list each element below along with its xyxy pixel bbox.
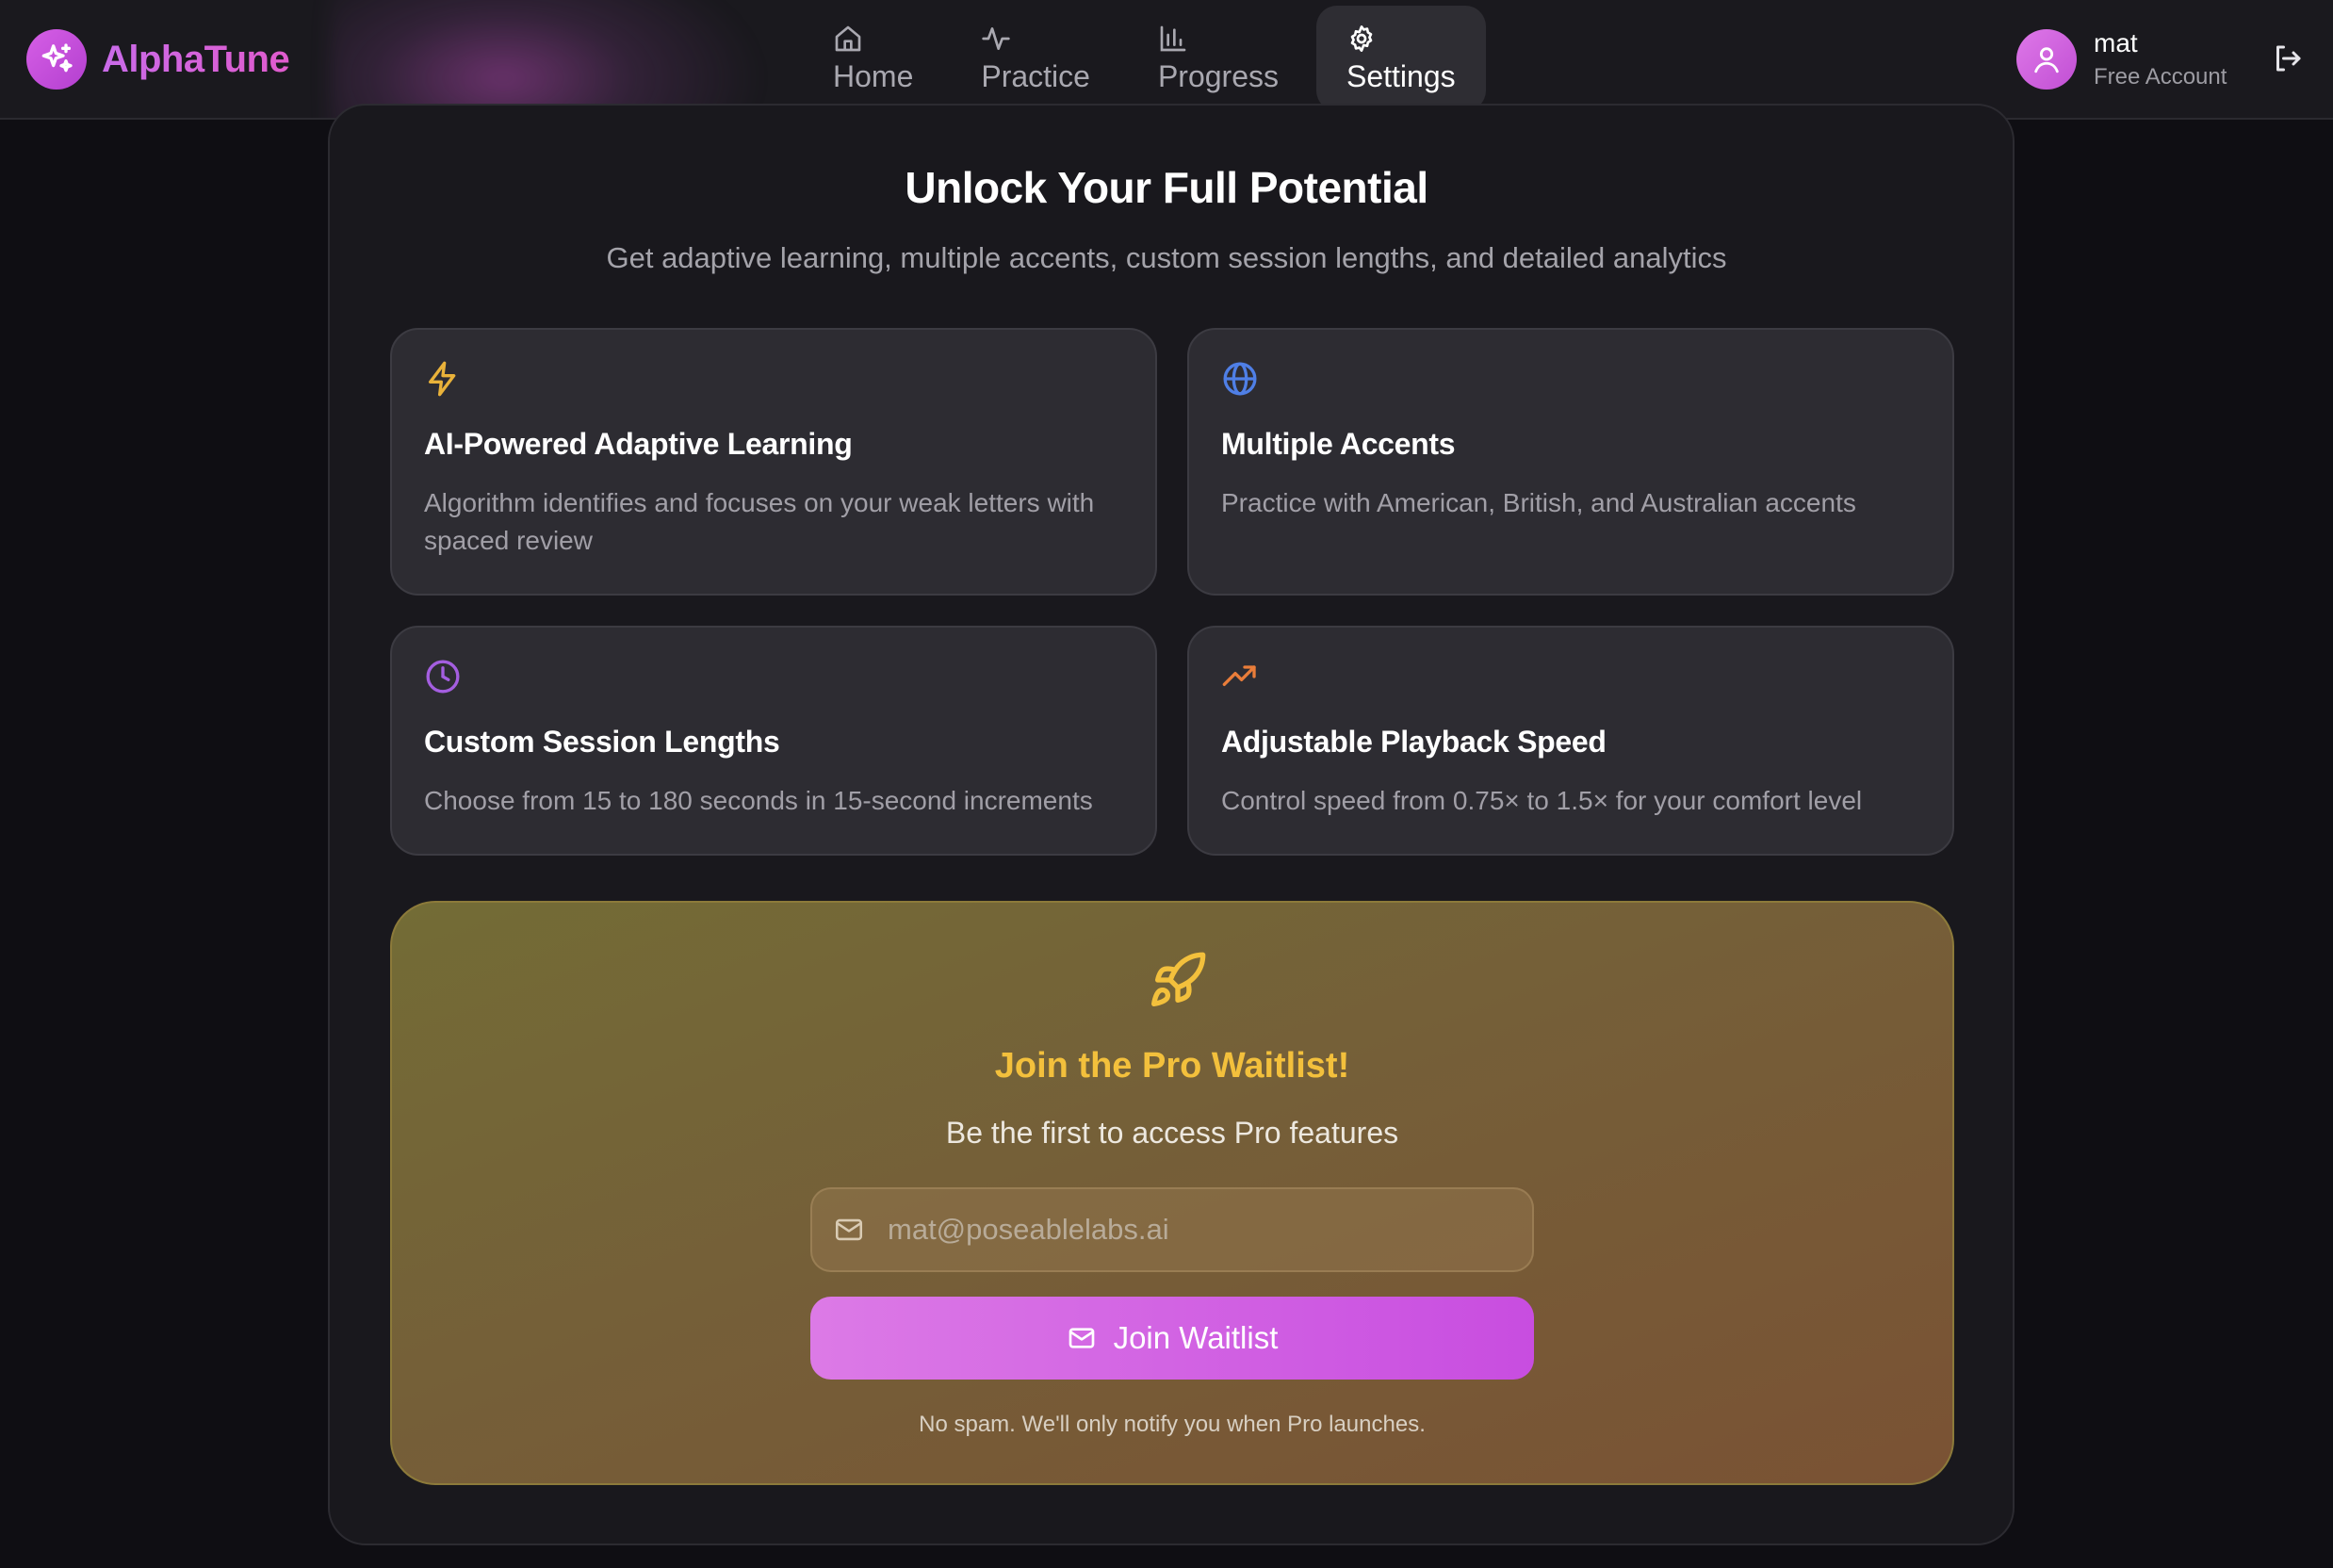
join-waitlist-button[interactable]: Join Waitlist — [810, 1297, 1534, 1380]
user-menu[interactable]: mat Free Account — [2016, 28, 2227, 90]
feature-description: Algorithm identifies and focuses on your… — [424, 488, 1095, 555]
feature-description: Choose from 15 to 180 seconds in 15-seco… — [424, 786, 1093, 815]
user-name: mat — [2094, 28, 2138, 57]
trending-up-icon — [1222, 665, 1256, 686]
feature-title: Multiple Accents — [1221, 427, 1456, 461]
activity-icon — [982, 26, 1011, 50]
home-icon — [835, 25, 861, 51]
feature-description: Practice with American, British, and Aus… — [1221, 488, 1856, 517]
nav-item-label: Settings — [1346, 58, 1456, 93]
top-navigation-bar: AlphaTune Home Practice Progress Setting… — [0, 0, 2333, 120]
user-icon — [2016, 29, 2077, 90]
email-input[interactable] — [888, 1213, 1491, 1247]
feature-card-session-lengths: Custom Session Lengths Choose from 15 to… — [390, 626, 1157, 856]
bar-chart-icon — [1160, 25, 1186, 51]
mail-icon — [1069, 1328, 1094, 1348]
feature-title: Adjustable Playback Speed — [1221, 725, 1607, 759]
feature-description: Control speed from 0.75× to 1.5× for you… — [1221, 786, 1863, 815]
rocket-icon — [1151, 952, 1206, 1006]
waitlist-subtitle: Be the first to access Pro features — [945, 1116, 1399, 1150]
nav-item-settings[interactable]: Settings — [1316, 6, 1486, 111]
user-info: mat Free Account — [2094, 28, 2227, 90]
logout-icon[interactable] — [2271, 41, 2305, 75]
feature-title: Custom Session Lengths — [424, 725, 780, 759]
nav-item-label: Practice — [981, 58, 1090, 93]
nav-item-practice[interactable]: Practice — [951, 6, 1120, 111]
feature-card-playback-speed: Adjustable Playback Speed Control speed … — [1187, 626, 1954, 856]
feature-card-multiple-accents: Multiple Accents Practice with American,… — [1187, 328, 1954, 596]
gear-icon — [1350, 24, 1373, 52]
nav-item-progress[interactable]: Progress — [1128, 6, 1309, 111]
nav-item-home[interactable]: Home — [803, 6, 943, 111]
waitlist-title: Join the Pro Waitlist! — [994, 1046, 1350, 1086]
mail-icon — [835, 1218, 863, 1241]
feature-card-adaptive-learning: AI-Powered Adaptive Learning Algorithm i… — [390, 328, 1157, 596]
email-field[interactable] — [810, 1187, 1534, 1272]
lightning-icon — [429, 361, 456, 397]
account-tier: Free Account — [2094, 64, 2227, 90]
feature-title: AI-Powered Adaptive Learning — [424, 427, 853, 461]
join-waitlist-label: Join Waitlist — [1113, 1320, 1279, 1355]
waitlist-fine-print: No spam. We'll only notify you when Pro … — [919, 1412, 1426, 1437]
nav-item-label: Progress — [1157, 58, 1279, 93]
nav-item-label: Home — [833, 58, 914, 93]
globe-icon — [1223, 362, 1257, 396]
page-title: Unlock Your Full Potential — [905, 163, 1428, 212]
pro-waitlist-card: Join the Pro Waitlist! Be the first to a… — [390, 901, 1954, 1485]
sparkles-icon — [26, 29, 87, 90]
main-nav: Home Practice Progress Settings — [803, 6, 1486, 111]
clock-icon — [426, 660, 460, 694]
page-subtitle: Get adaptive learning, multiple accents,… — [606, 241, 1727, 274]
brand[interactable]: AlphaTune — [26, 28, 290, 90]
header-glow — [330, 0, 763, 118]
brand-name: AlphaTune — [102, 38, 290, 80]
